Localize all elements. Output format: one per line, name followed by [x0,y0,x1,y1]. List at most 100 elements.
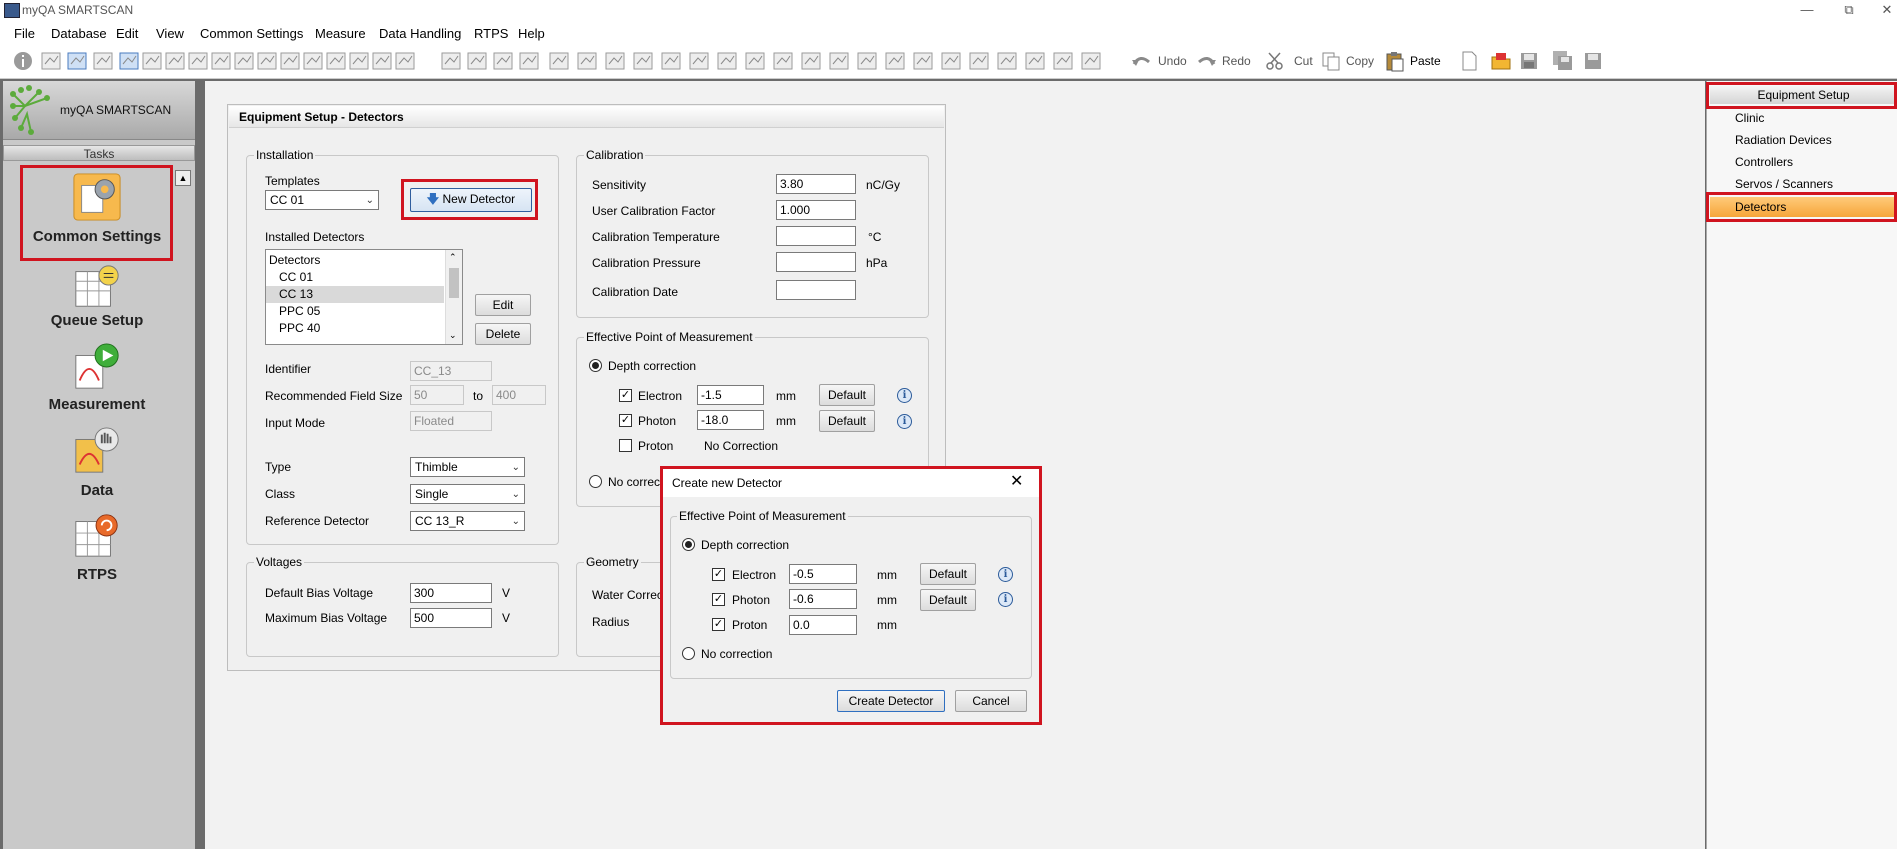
type-select[interactable]: Thimble ⌄ [410,457,525,477]
sensitivity-field[interactable]: 3.80 [776,174,856,194]
field-size-min[interactable]: 50 [410,385,464,405]
photon-checkbox[interactable]: ✓ [619,414,632,427]
cut-button[interactable]: Cut [1294,54,1313,68]
identifier-field[interactable]: CC_13 [410,361,492,381]
max-bias-field[interactable]: 500 [410,608,492,628]
edit-button[interactable]: Edit [475,294,531,316]
electron-depth-field[interactable]: -1.5 [697,385,764,405]
input-mode-field[interactable]: Floated [410,411,492,431]
toolbar-tool-icon[interactable] [256,50,278,72]
info-icon[interactable] [12,50,34,72]
toolbar-tool-icon[interactable] [968,50,990,72]
no-correction-radio[interactable] [589,475,602,488]
toolbar-tool-icon[interactable] [187,50,209,72]
toolbar-tool-icon[interactable] [325,50,347,72]
default-bias-field[interactable]: 300 [410,583,492,603]
toolbar-tool-icon[interactable] [66,50,88,72]
copy-icon[interactable] [1320,50,1342,72]
calibration-date-field[interactable] [776,280,856,300]
paste-button[interactable]: Paste [1410,54,1441,68]
task-queue-setup[interactable]: Queue Setup [10,262,184,332]
nav-controllers[interactable]: Controllers [1735,155,1793,169]
list-item[interactable]: CC 01 [266,269,444,286]
menu-measure[interactable]: Measure [315,26,366,41]
menu-help[interactable]: Help [518,26,545,41]
redo-icon[interactable] [1196,50,1218,72]
toolbar-tool-icon[interactable] [40,50,62,72]
toolbar-tool-icon[interactable] [141,50,163,72]
menu-edit[interactable]: Edit [116,26,138,41]
toolbar-tool-icon[interactable] [940,50,962,72]
menu-rtps[interactable]: RTPS [474,26,508,41]
calibration-pressure-field[interactable] [776,252,856,272]
photon-depth-field[interactable]: -18.0 [697,410,764,430]
copy-button[interactable]: Copy [1346,54,1374,68]
info-icon[interactable]: i [897,414,912,429]
task-measurement[interactable]: Measurement [10,342,184,413]
toolbar-tool-icon[interactable] [772,50,794,72]
depth-correction-radio[interactable] [589,359,602,372]
proton-checkbox[interactable] [619,439,632,452]
toolbar-tool-icon[interactable] [233,50,255,72]
toolbar-tool-icon[interactable] [688,50,710,72]
toolbar-tool-icon[interactable] [302,50,324,72]
close-window-icon[interactable]: ✕ [1872,0,1897,20]
menu-data-handling[interactable]: Data Handling [379,26,461,41]
list-item[interactable]: PPC 40 [266,320,444,337]
toolbar-tool-icon[interactable] [800,50,822,72]
class-select[interactable]: Single ⌄ [410,484,525,504]
toolbar-tool-icon[interactable] [348,50,370,72]
toolbar-tool-icon[interactable] [279,50,301,72]
photon-default-button[interactable]: Default [819,410,875,432]
toolbar-tool-icon[interactable] [744,50,766,72]
toolbar-tool-icon[interactable] [828,50,850,72]
user-calibration-factor-field[interactable]: 1.000 [776,200,856,220]
field-size-max[interactable]: 400 [492,385,546,405]
scroll-thumb[interactable] [449,268,459,298]
menu-file[interactable]: File [14,26,35,41]
toolbar-tool-icon[interactable] [492,50,514,72]
save-icon[interactable] [1518,50,1540,72]
toolbar-tool-icon[interactable] [210,50,232,72]
toolbar-tool-icon[interactable] [440,50,462,72]
toolbar-tool-icon[interactable] [1052,50,1074,72]
save-all-icon[interactable] [1552,50,1574,72]
toolbar-tool-icon[interactable] [996,50,1018,72]
toolbar-tool-icon[interactable] [716,50,738,72]
delete-button[interactable]: Delete [475,323,531,345]
scroll-down-icon[interactable]: ⌄ [449,330,457,341]
open-folder-icon[interactable] [1490,50,1512,72]
toolbar-tool-icon[interactable] [1080,50,1102,72]
installed-detectors-list[interactable]: Detectors CC 01 CC 13 PPC 05 PPC 40 [265,249,463,345]
toolbar-tool-icon[interactable] [518,50,540,72]
toolbar-tool-icon[interactable] [884,50,906,72]
toolbar-tool-icon[interactable] [856,50,878,72]
cut-icon[interactable] [1264,50,1286,72]
toolbar-tool-icon[interactable] [1024,50,1046,72]
info-icon[interactable]: i [897,388,912,403]
toolbar-tool-icon[interactable] [371,50,393,72]
restore-icon[interactable]: ⧉ [1834,0,1864,20]
menu-common-settings[interactable]: Common Settings [200,26,303,41]
menu-view[interactable]: View [156,26,184,41]
undo-icon[interactable] [1130,50,1152,72]
toolbar-tool-icon[interactable] [632,50,654,72]
nav-radiation-devices[interactable]: Radiation Devices [1735,133,1832,147]
calibration-temperature-field[interactable] [776,226,856,246]
templates-select[interactable]: CC 01 ⌄ [265,190,379,210]
minimize-icon[interactable]: — [1792,0,1822,20]
electron-default-button[interactable]: Default [819,384,875,406]
toolbar-tool-icon[interactable] [604,50,626,72]
toolbar-tool-icon[interactable] [92,50,114,72]
new-document-icon[interactable] [1458,50,1480,72]
toolbar-tool-icon[interactable] [548,50,570,72]
redo-button[interactable]: Redo [1222,54,1251,68]
toolbar-tool-icon[interactable] [164,50,186,72]
electron-checkbox[interactable]: ✓ [619,389,632,402]
nav-servos-scanners[interactable]: Servos / Scanners [1735,177,1833,191]
task-rtps[interactable]: RTPS [10,510,184,583]
save-as-icon[interactable] [1582,50,1604,72]
toolbar-tool-icon[interactable] [394,50,416,72]
menu-database[interactable]: Database [51,26,107,41]
list-scrollbar[interactable]: ⌃ ⌄ [445,250,462,344]
